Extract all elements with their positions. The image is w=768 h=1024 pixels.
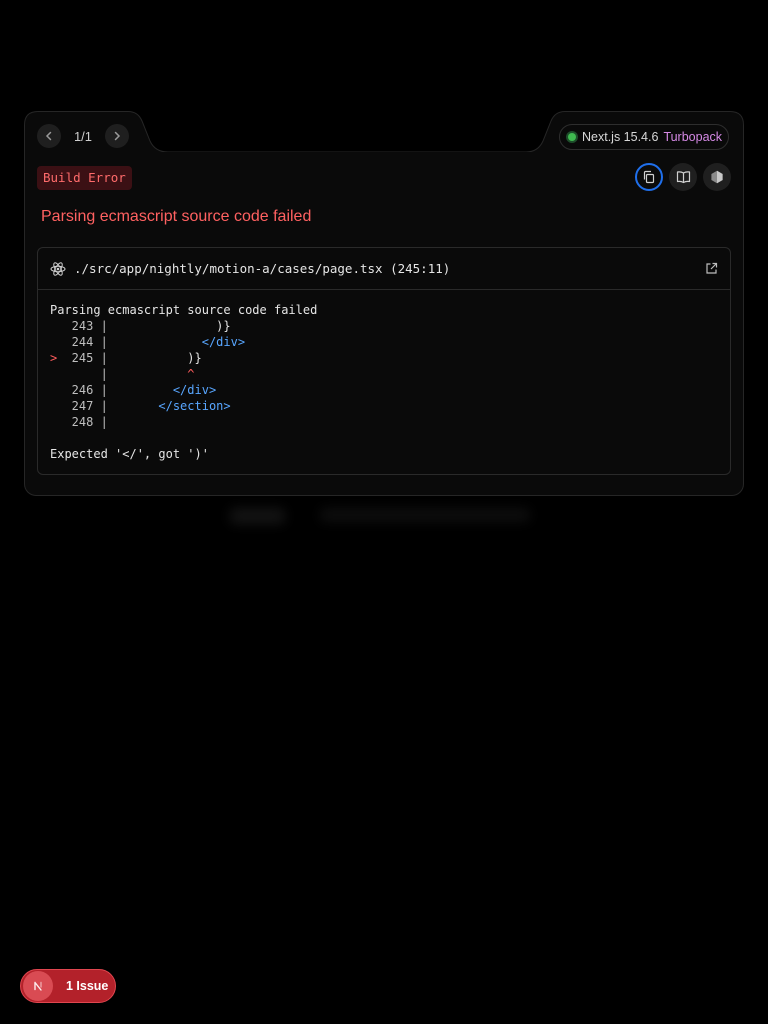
code-frame-header: ./src/app/nightly/motion-a/cases/page.ts…	[38, 248, 730, 290]
code-line: 244 | </div>	[50, 334, 718, 350]
react-icon	[50, 261, 66, 276]
code-snippet: Parsing ecmascript source code failed 24…	[38, 290, 730, 462]
error-type-badge: Build Error	[37, 166, 132, 190]
line-code: ^	[107, 367, 195, 381]
copy-error-button[interactable]	[635, 163, 663, 191]
page-count: 1/1	[73, 128, 93, 144]
status-dot	[568, 133, 576, 141]
code-line: 247 | </section>	[50, 398, 718, 414]
bundler-name: Turbopack	[663, 130, 723, 144]
line-number: 248 |	[57, 415, 108, 429]
code-footer: Expected '</', got ')'	[50, 447, 209, 461]
line-number: 244 |	[57, 335, 108, 349]
code-line: 243 | )}	[50, 318, 718, 334]
error-actions	[635, 163, 731, 191]
open-in-editor-button[interactable]	[705, 262, 718, 275]
file-path: ./src/app/nightly/motion-a/cases/page.ts…	[74, 261, 451, 276]
line-number: |	[57, 367, 108, 381]
issue-count-label: 1 Issue	[66, 979, 109, 993]
previous-error-button[interactable]	[37, 124, 61, 148]
error-pagination: 1/1	[37, 123, 129, 149]
chevron-right-icon	[114, 131, 121, 141]
framework-version: Next.js 15.4.6	[582, 130, 659, 144]
copy-icon	[643, 170, 655, 184]
chevron-left-icon	[45, 131, 52, 141]
book-icon	[676, 171, 690, 184]
code-heading: Parsing ecmascript source code failed	[50, 303, 318, 317]
external-link-icon	[706, 262, 718, 274]
version-badge[interactable]: Next.js 15.4.6 Turbopack	[559, 124, 729, 150]
docs-button[interactable]	[669, 163, 697, 191]
background-content	[220, 500, 540, 530]
line-number: 243 |	[57, 319, 108, 333]
line-code: </div>	[107, 383, 217, 397]
code-line: 248 |	[50, 414, 718, 430]
nodejs-inspector-button[interactable]	[703, 163, 731, 191]
code-line: 246 | </div>	[50, 382, 718, 398]
line-code: </div>	[107, 335, 246, 349]
code-line: > 245 | )}	[50, 350, 718, 366]
line-code: </section>	[107, 399, 231, 413]
line-number: 245 |	[57, 351, 108, 365]
next-error-button[interactable]	[105, 124, 129, 148]
line-code: )}	[107, 319, 231, 333]
error-dialog: Build Error Parsing ecmascript source co…	[24, 152, 744, 496]
code-frame: ./src/app/nightly/motion-a/cases/page.ts…	[37, 247, 731, 475]
issues-button[interactable]: 1 Issue	[20, 969, 116, 1003]
nextjs-logo-icon	[23, 971, 53, 1001]
line-number: 246 |	[57, 383, 108, 397]
line-number: 247 |	[57, 399, 108, 413]
hexagon-icon	[711, 170, 723, 184]
code-line: | ^	[50, 366, 718, 382]
line-code: )}	[107, 351, 202, 365]
error-message: Parsing ecmascript source code failed	[41, 208, 312, 225]
